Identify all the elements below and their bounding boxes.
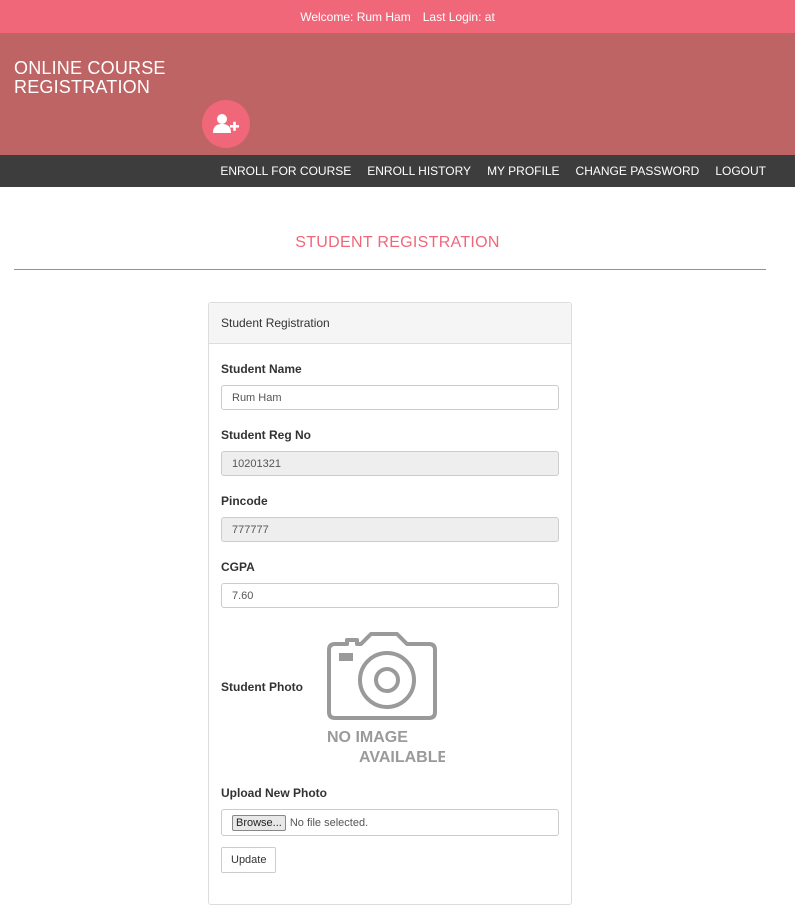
site-title: ONLINE COURSE REGISTRATION xyxy=(14,59,166,97)
site-title-line1: ONLINE COURSE xyxy=(14,58,166,78)
no-image-line2: AVAILABLE xyxy=(359,749,445,766)
reg-no-input: 10201321 xyxy=(221,451,559,476)
browse-button[interactable]: Browse... xyxy=(232,814,286,831)
file-status-text: No file selected. xyxy=(289,816,369,829)
pincode-input: 777777 xyxy=(221,517,559,542)
welcome-label: Welcome: xyxy=(300,9,354,24)
pincode-label: Pincode xyxy=(221,494,268,508)
no-image-line1: NO IMAGE xyxy=(327,729,408,746)
cgpa-label: CGPA xyxy=(221,560,255,574)
reg-no-label: Student Reg No xyxy=(221,428,311,442)
cgpa-input[interactable]: 7.60 xyxy=(221,583,559,608)
top-welcome-bar: Welcome: Rum Ham Last Login: at xyxy=(0,0,795,33)
update-button[interactable]: Update xyxy=(221,847,277,873)
nav-enroll-history[interactable]: ENROLL HISTORY xyxy=(367,164,471,178)
student-name-label: Student Name xyxy=(221,362,302,376)
site-title-line2: REGISTRATION xyxy=(14,77,151,97)
student-name-input[interactable]: Rum Ham xyxy=(221,385,559,410)
nav-logout[interactable]: LOGOUT xyxy=(715,164,766,178)
nav-my-profile[interactable]: MY PROFILE xyxy=(487,164,559,178)
nav-change-password[interactable]: CHANGE PASSWORD xyxy=(576,164,700,178)
photo-file-input[interactable]: Browse... No file selected. xyxy=(221,809,559,836)
main-navbar: ENROLL FOR COURSE ENROLL HISTORY MY PROF… xyxy=(0,155,795,187)
registration-form: Student Name Rum Ham Student Reg No 1020… xyxy=(209,362,571,873)
registration-panel: Student Registration Student Name Rum Ha… xyxy=(208,302,572,905)
student-photo-label: Student Photo xyxy=(221,680,303,694)
user-plus-icon xyxy=(202,100,250,148)
upload-photo-label: Upload New Photo xyxy=(221,786,327,800)
welcome-user-name: Rum Ham xyxy=(356,9,411,24)
student-photo-row: Student Photo NO IMAGE AVAILABLE xyxy=(221,608,559,768)
panel-title: Student Registration xyxy=(209,303,571,344)
nav-enroll-for-course[interactable]: ENROLL FOR COURSE xyxy=(220,164,351,178)
camera-icon xyxy=(327,632,437,720)
last-login-text: Last Login: at xyxy=(422,9,495,24)
header-banner: ONLINE COURSE REGISTRATION xyxy=(0,33,795,155)
student-photo-placeholder: NO IMAGE AVAILABLE xyxy=(315,628,449,773)
page-title: STUDENT REGISTRATION xyxy=(295,234,500,251)
heading-divider xyxy=(14,269,766,270)
